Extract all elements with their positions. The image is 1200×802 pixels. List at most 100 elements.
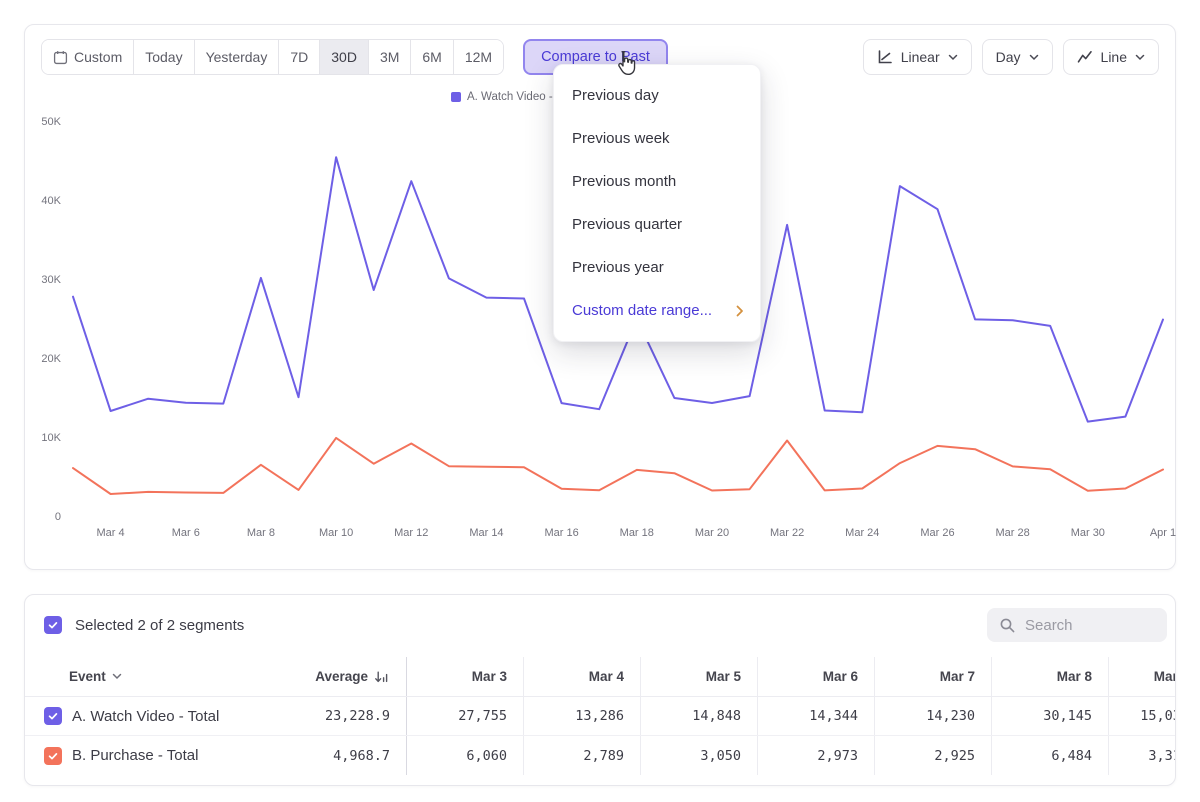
x-axis-label: Mar 4 — [97, 527, 125, 539]
menu-item-custom-date-range[interactable]: Custom date range... — [554, 289, 760, 332]
cell-value: 6,484 — [992, 736, 1109, 775]
date-header-label: Mar 6 — [823, 669, 858, 684]
search-input[interactable]: Search — [987, 608, 1167, 642]
segment-checkbox[interactable] — [44, 747, 62, 765]
menu-item-previous-week[interactable]: Previous week — [554, 117, 760, 160]
cell-value: 27,755 — [407, 697, 524, 735]
scale-dropdown-label: Linear — [901, 49, 940, 65]
average-value: 23,228.9 — [286, 697, 407, 735]
x-axis-label: Mar 22 — [770, 527, 804, 539]
x-axis-label: Mar 12 — [394, 527, 428, 539]
date-header-label: Mar 7 — [940, 669, 975, 684]
compare-to-past-menu: Previous dayPrevious weekPrevious monthP… — [553, 64, 761, 342]
date-column-header: Mar 7 — [875, 657, 992, 696]
table-row: A. Watch Video - Total 23,228.927,75513,2… — [25, 697, 1176, 736]
range-button-yesterday[interactable]: Yesterday — [194, 40, 279, 74]
analytics-dashboard: { "colors":{"accent_purple":"#6e5fe6","a… — [0, 0, 1200, 802]
cell-value: 3,310 — [1109, 736, 1176, 775]
x-axis-label: Mar 26 — [920, 527, 954, 539]
chevron-down-icon — [1135, 54, 1145, 61]
segments-table: Event AverageMar 3Mar 4Mar 5 Mar 6 Mar 7 Mar… — [25, 657, 1175, 775]
y-axis-label: 30K — [41, 274, 61, 286]
line-chart-icon — [1077, 49, 1093, 65]
range-button-12m[interactable]: 12M — [453, 40, 503, 74]
x-axis-label: Mar 10 — [319, 527, 353, 539]
x-axis-label: Mar 14 — [469, 527, 503, 539]
menu-item-previous-year[interactable]: Previous year — [554, 246, 760, 289]
date-column-header: Mar 3 — [407, 657, 524, 696]
segment-label: A. Watch Video - Total — [72, 708, 219, 725]
range-button-3m[interactable]: 3M — [368, 40, 410, 74]
range-button-label: 6M — [422, 49, 441, 65]
average-column-header[interactable]: Average — [286, 657, 407, 696]
range-button-label: 3M — [380, 49, 399, 65]
event-header-label: Event — [69, 669, 106, 684]
date-header-label: Mar 9 — [1154, 669, 1176, 684]
menu-item-previous-quarter[interactable]: Previous quarter — [554, 203, 760, 246]
date-column-header: Mar 9 — [1109, 657, 1176, 696]
scale-dropdown-button[interactable]: Linear — [863, 39, 972, 75]
range-button-7d[interactable]: 7D — [278, 40, 319, 74]
search-placeholder: Search — [1025, 617, 1073, 634]
event-column-header[interactable]: Event — [25, 657, 286, 696]
table-header-row: Event AverageMar 3Mar 4Mar 5 Mar 6 Mar 7 Mar… — [25, 657, 1176, 697]
calendar-icon — [53, 50, 68, 65]
x-axis-label: Mar 28 — [996, 527, 1030, 539]
chevron-down-icon — [1029, 54, 1039, 61]
date-column-header: Mar 5 — [641, 657, 758, 696]
interval-dropdown-button[interactable]: Day — [982, 39, 1053, 75]
cell-value: 6,060 — [407, 736, 524, 775]
chart-type-dropdown-button[interactable]: Line — [1063, 39, 1159, 75]
cell-value: 3,050 — [641, 736, 758, 775]
range-button-label: Custom — [74, 49, 122, 65]
range-button-today[interactable]: Today — [133, 40, 193, 74]
chevron-right-icon — [736, 305, 744, 317]
x-axis-label: Mar 18 — [620, 527, 654, 539]
range-button-label: 30D — [331, 49, 357, 65]
segments-card: Selected 2 of 2 segments Search Event Ave… — [24, 594, 1176, 786]
chart-series-b — [73, 438, 1163, 494]
segment-row-label: A. Watch Video - Total — [25, 697, 286, 735]
menu-item-previous-month[interactable]: Previous month — [554, 160, 760, 203]
date-column-header: Mar 8 — [992, 657, 1109, 696]
range-button-custom[interactable]: Custom — [42, 40, 133, 74]
range-button-6m[interactable]: 6M — [410, 40, 452, 74]
search-icon — [999, 617, 1016, 634]
selected-count-label: Selected 2 of 2 segments — [75, 617, 244, 634]
date-range-group: Custom Today Yesterday 7D 30D 3M 6M 12M — [41, 39, 504, 75]
x-axis-label: Apr 1 — [1150, 527, 1176, 539]
chart-type-dropdown-label: Line — [1101, 49, 1127, 65]
range-button-label: Yesterday — [206, 49, 268, 65]
date-column-header: Mar 4 — [524, 657, 641, 696]
cell-value: 30,145 — [992, 697, 1109, 735]
check-icon — [47, 619, 59, 631]
menu-item-label: Custom date range... — [572, 302, 712, 319]
y-axis-label: 40K — [41, 195, 61, 207]
range-button-label: Today — [145, 49, 182, 65]
linear-scale-icon — [877, 49, 893, 65]
segment-checkbox[interactable] — [44, 707, 62, 725]
range-button-30d[interactable]: 30D — [319, 40, 368, 74]
x-axis-label: Mar 24 — [845, 527, 879, 539]
interval-dropdown-label: Day — [996, 49, 1021, 65]
cell-value: 13,286 — [524, 697, 641, 735]
y-axis-label: 0 — [55, 511, 61, 523]
range-button-label: 12M — [465, 49, 492, 65]
x-axis-label: Mar 8 — [247, 527, 275, 539]
check-icon — [47, 750, 59, 762]
range-button-label: 7D — [290, 49, 308, 65]
cell-value: 15,036 — [1109, 697, 1176, 735]
x-axis-label: Mar 20 — [695, 527, 729, 539]
menu-item-previous-day[interactable]: Previous day — [554, 74, 760, 117]
sort-descending-icon — [374, 670, 390, 684]
date-column-header: Mar 6 — [758, 657, 875, 696]
y-axis-label: 20K — [41, 353, 61, 365]
chevron-down-icon — [948, 54, 958, 61]
cell-value: 2,973 — [758, 736, 875, 775]
date-header-label: Mar 8 — [1057, 669, 1092, 684]
segment-label: B. Purchase - Total — [72, 747, 198, 764]
select-all-checkbox[interactable] — [44, 616, 62, 634]
cell-value: 14,230 — [875, 697, 992, 735]
segment-row-label: B. Purchase - Total — [25, 736, 286, 775]
x-axis-label: Mar 30 — [1071, 527, 1105, 539]
